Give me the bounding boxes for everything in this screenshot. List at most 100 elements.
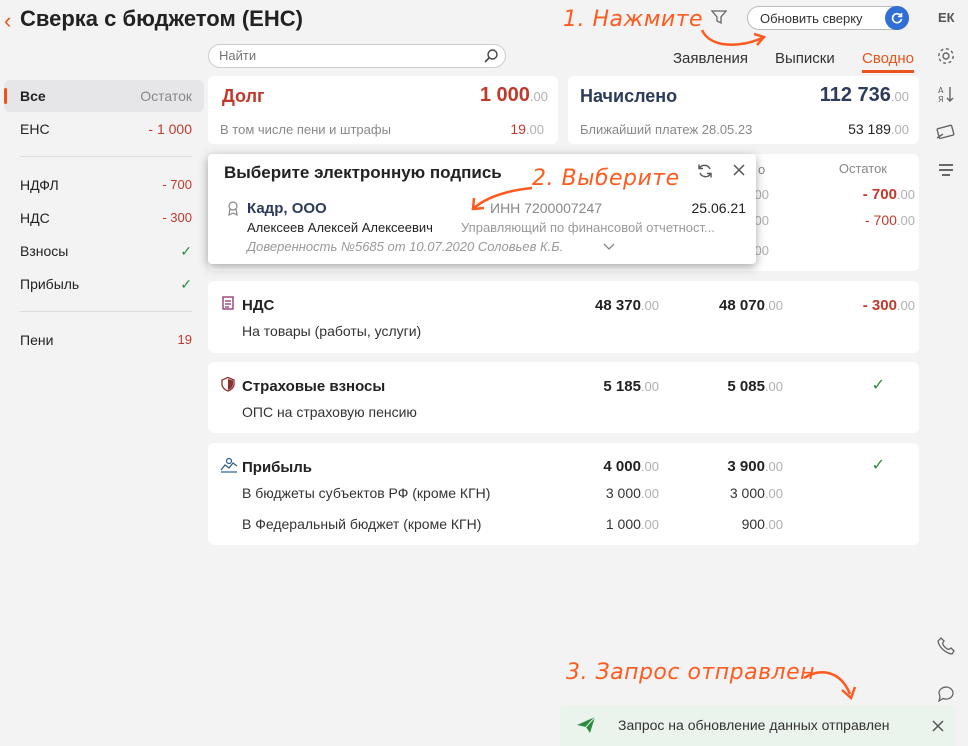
check-icon: ✓ [871,457,885,474]
refresh-icon[interactable] [696,162,714,185]
nds-subtitle: На товары (работы, услуги) [242,323,422,339]
tab-extracts[interactable]: Выписки [775,50,835,67]
refresh-reconciliation-button[interactable]: Обновить сверку [747,6,909,30]
list-icon[interactable] [932,156,960,184]
tab-summary-label: Сводно [862,50,915,67]
sidebar-item-label: НДФЛ [20,177,59,193]
charged-amount-value: 112 736 [819,84,891,106]
close-icon[interactable] [932,719,944,737]
nds-charged: 48 370.00 [595,297,659,314]
page-title: Сверка с бюджетом (ЕНС) [20,6,303,31]
value: - 700 [865,212,897,228]
sidebar-item-nds[interactable]: НДС - 300 [20,210,192,226]
debt-card[interactable]: Долг 1 000.00 В том числе пени и штрафы … [208,76,558,144]
value: 5 085 [727,378,765,395]
profit-row-paid: 3 000.00 [730,485,783,501]
decimal-part: .00 [525,122,544,137]
profit-icon [220,457,238,478]
close-icon[interactable] [732,163,746,182]
nds-title: НДС [242,297,275,314]
sidebar-divider [20,311,192,312]
popup-title: Выберите электронную подпись [224,163,502,182]
decimal-part: .00 [640,517,659,532]
ndfl-sub-rest: - 700.00 [865,212,915,228]
value: 900 [741,516,765,532]
charged-sub-amount: 53 189.00 [848,121,909,137]
insurance-paid: 5 085.00 [727,378,783,395]
search-icon[interactable] [483,48,499,69]
insurance-charged: 5 185.00 [603,378,659,395]
profit-row-label: В бюджеты субъектов РФ (кроме КГН) [242,485,491,501]
certificate-icon [226,200,240,221]
sidebar-remainder-header: Остаток [140,88,192,104]
charged-card[interactable]: Начислено 112 736.00 Ближайший платеж 28… [568,76,919,144]
back-icon[interactable]: ‹ [4,8,11,34]
chevron-down-icon[interactable] [603,238,615,256]
payment-icon[interactable] [932,118,960,146]
send-icon [576,716,596,739]
column-header-remainder: Остаток [838,161,887,176]
sidebar-item-ens[interactable]: ЕНС - 1 000 [20,121,192,137]
chat-icon[interactable] [932,680,960,708]
filter-icon[interactable] [710,8,730,28]
column-header-partial: о [758,162,766,177]
search-input[interactable] [219,48,469,63]
decimal-part: .00 [896,213,915,228]
tab-statements[interactable]: Заявления [673,50,748,67]
charged-sub-amount-value: 53 189 [848,121,891,137]
insurance-card[interactable]: Страховые взносы ОПС на страховую пенсию… [208,362,919,433]
decimal-part: .00 [640,486,659,501]
profit-row-label: В Федеральный бюджет (кроме КГН) [242,516,482,532]
sidebar-item-value: 19 [177,332,192,347]
charged-sub-label: Ближайший платеж 28.05.23 [580,122,753,137]
value: 3 900 [727,458,765,475]
signature-date: 25.06.21 [691,200,747,216]
tab-summary[interactable]: Сводно [862,50,915,73]
sidebar-item-profit[interactable]: Прибыль ✓ [20,276,192,293]
profit-card[interactable]: Прибыль 4 000.00 3 900.00 ✓ В бюджеты су… [208,443,919,545]
user-avatar[interactable]: ЕК [938,10,955,25]
check-icon: ✓ [871,377,885,394]
value: - 300 [862,297,897,314]
profit-row-charged: 3 000.00 [606,485,659,501]
sidebar-item-label: НДС [20,210,50,226]
profit-charged: 4 000.00 [603,458,659,475]
decimal-part: .00 [529,89,548,104]
sidebar-item-peni[interactable]: Пени 19 [20,332,192,348]
sidebar-item-ndfl[interactable]: НДФЛ - 700 [20,177,192,193]
signature-proxy: Доверенность №5685 от 10.07.2020 Соловье… [247,239,564,254]
refresh-button-label: Обновить сверку [760,11,863,26]
shield-icon [220,376,236,397]
profit-title: Прибыль [242,459,312,476]
decimal-part: .00 [896,187,915,202]
sidebar-item-label: ЕНС [20,121,50,137]
annotation-arrow-3 [803,671,857,701]
settings-icon[interactable] [932,42,960,70]
decimal-part: .00 [764,298,783,313]
search-box[interactable] [208,44,506,68]
refresh-icon [885,6,909,30]
sidebar-active-marker [4,88,7,104]
profit-paid: 3 900.00 [727,458,783,475]
check-icon: ✓ [180,243,192,259]
debt-amount-value: 1 000 [479,84,530,106]
sidebar-all-label: Все [20,88,46,104]
signature-person: Алексеев Алексей Алексеевич [247,220,433,235]
decimal-part: .00 [640,379,659,394]
value: 48 070 [719,297,765,314]
phone-icon[interactable] [932,632,960,660]
value: 3 000 [729,485,765,501]
nds-card[interactable]: НДС На товары (работы, услуги) 48 370.00… [208,281,919,353]
ndfl-rest: - 700.00 [863,186,915,203]
decimal-part: .00 [764,379,783,394]
sidebar-item-value: - 300 [162,210,192,225]
value: 3 000 [605,485,641,501]
notification-toast[interactable]: Запрос на обновление данных отправлен [560,705,956,746]
sort-icon[interactable]: AЯ [932,80,960,108]
svg-text:A: A [938,86,944,95]
sidebar-item-contributions[interactable]: Взносы ✓ [20,243,192,260]
nds-rest: - 300.00 [863,297,915,314]
sidebar-item-all[interactable]: Все Остаток [4,80,204,112]
debt-sub-amount: 19.00 [510,121,544,137]
sidebar-item-label: Пени [20,332,54,348]
